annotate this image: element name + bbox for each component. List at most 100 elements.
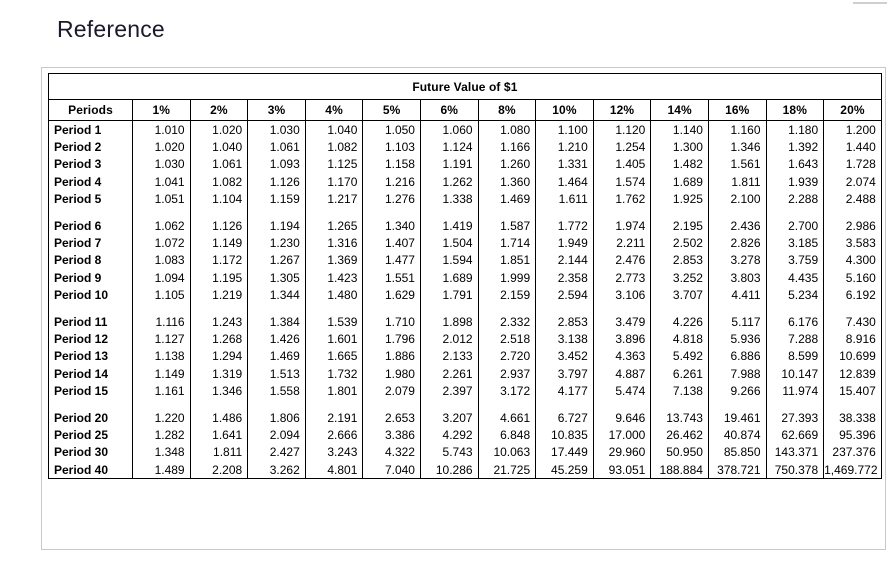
table-cell: 1.504 [419, 234, 479, 252]
table-cell: 1.191 [419, 155, 479, 174]
table-cell: 95.396 [823, 426, 882, 444]
table-cell: 2.288 [765, 190, 825, 208]
row-header-label: Period 7 [48, 234, 133, 252]
table-gap-cell [477, 399, 537, 409]
table-cell: 2.094 [247, 426, 306, 444]
table-cell: 1.316 [304, 234, 364, 252]
table-row: Period 1 1.010 1.020 1.030 1.040 1.050 1.060 1.… [48, 120, 882, 139]
table-gap-cell [477, 207, 537, 217]
table-row: Period 15 1.161 1.346 1.558 1.801 2.079 2.397 3… [48, 382, 882, 400]
table-cell: 7.138 [650, 382, 709, 400]
table-cell: 3.278 [707, 251, 767, 270]
table-cell: 3.386 [362, 426, 421, 444]
table-gap-cell [48, 207, 133, 217]
table-row: Period 30 1.348 1.811 2.427 3.243 4.322 5.743 1… [48, 443, 882, 462]
row-header-label: Period 10 [48, 286, 133, 304]
table-cell: 10.699 [823, 347, 882, 366]
table-cell: 1.243 [189, 312, 249, 331]
table-gap-cell [592, 399, 652, 409]
table-gap-cell [823, 399, 882, 409]
table-cell: 2.074 [823, 173, 882, 191]
table-cell: 1.126 [189, 216, 249, 235]
table-row: Period 6 1.062 1.126 1.194 1.265 1.340 1.419 1.… [48, 216, 882, 235]
table-gap-cell [419, 303, 479, 313]
column-header-rate-6pct: 6% [419, 99, 479, 121]
table-cell: 19.461 [707, 408, 767, 427]
table-cell: 2.427 [247, 443, 306, 462]
table-cell: 4.177 [535, 382, 594, 400]
table-cell: 1.159 [247, 190, 306, 208]
table-gap-cell [707, 207, 767, 217]
table-cell: 1.020 [189, 120, 249, 139]
table-body: Period 1 1.010 1.020 1.030 1.040 1.050 1.060 1.… [48, 120, 882, 479]
table-cell: 2.476 [592, 251, 652, 270]
table-cell: 1.689 [650, 173, 709, 191]
table-cell: 1.010 [132, 120, 191, 139]
table-row: Period 25 1.282 1.641 2.094 2.666 3.386 4.292 6… [48, 426, 882, 444]
table-cell: 1.104 [189, 190, 249, 208]
table-cell: 1.319 [189, 365, 249, 383]
table-row: Period 13 1.138 1.294 1.469 1.665 1.886 2.133 2… [48, 347, 882, 366]
table-cell: 1.050 [362, 120, 421, 139]
row-header-label: Period 11 [48, 312, 133, 331]
table-cell: 237.376 [823, 443, 882, 462]
table-cell: 1.346 [189, 382, 249, 400]
column-header-rate-4pct: 4% [304, 99, 364, 121]
table-row: Period 8 1.083 1.172 1.267 1.369 1.477 1.594 1.… [48, 251, 882, 270]
table-cell: 1.305 [247, 269, 306, 287]
table-cell: 2.986 [823, 216, 882, 235]
table-cell: 6.192 [823, 286, 882, 304]
table-cell: 1.811 [707, 173, 767, 191]
table-gap-cell [765, 207, 825, 217]
table-cell: 6.176 [765, 312, 825, 331]
table-cell: 1.574 [592, 173, 652, 191]
table-cell: 85.850 [707, 443, 767, 462]
table-row: Period 3 1.030 1.061 1.093 1.125 1.158 1.191 1.… [48, 155, 882, 174]
table-cell: 2.208 [189, 461, 249, 479]
table-cell: 3.138 [535, 330, 594, 348]
table-cell: 1.629 [362, 286, 421, 304]
table-cell: 1.482 [650, 155, 709, 174]
table-cell: 3.797 [535, 365, 594, 383]
table-cell: 27.393 [765, 408, 825, 427]
table-cell: 5.117 [707, 312, 767, 331]
table-cell: 10.286 [419, 461, 479, 479]
table-row: Period 14 1.149 1.319 1.513 1.732 1.980 2.261 2… [48, 365, 882, 383]
table-cell: 2.502 [650, 234, 709, 252]
table-cell: 1.040 [189, 138, 249, 156]
table-cell: 2.133 [419, 347, 479, 366]
table-cell: 1.340 [362, 216, 421, 235]
table-cell: 3.452 [535, 347, 594, 366]
table-cell: 1.331 [535, 155, 594, 174]
table-cell: 1.886 [362, 347, 421, 366]
table-cell: 2.436 [707, 216, 767, 235]
table-cell: 1.440 [823, 138, 882, 156]
table-gap-cell [707, 303, 767, 313]
table-cell: 1.772 [535, 216, 594, 235]
table-gap-cell [247, 399, 306, 409]
table-cell: 1.898 [419, 312, 479, 331]
table-gap-cell [362, 399, 421, 409]
table-cell: 5.492 [650, 347, 709, 366]
column-header-rate-18pct: 18% [765, 99, 825, 121]
table-title-row: Future Value of $1 [48, 73, 882, 100]
table-gap-row [48, 207, 882, 217]
table-cell: 3.262 [247, 461, 306, 479]
table-cell: 1.170 [304, 173, 364, 191]
table-cell: 5.234 [765, 286, 825, 304]
table-cell: 6.848 [477, 426, 537, 444]
table-cell: 1.939 [765, 173, 825, 191]
table-gap-cell [48, 399, 133, 409]
table-gap-cell [592, 303, 652, 313]
table-cell: 1.149 [189, 234, 249, 252]
table-cell: 1.728 [823, 155, 882, 174]
table-cell: 1.689 [419, 269, 479, 287]
table-cell: 10.063 [477, 443, 537, 462]
table-cell: 1.276 [362, 190, 421, 208]
table-cell: 1.405 [592, 155, 652, 174]
table-cell: 1.200 [823, 120, 882, 139]
table-cell: 3.243 [304, 443, 364, 462]
table-cell: 2.773 [592, 269, 652, 287]
table-cell: 1.120 [592, 120, 652, 139]
table-gap-cell [362, 207, 421, 217]
